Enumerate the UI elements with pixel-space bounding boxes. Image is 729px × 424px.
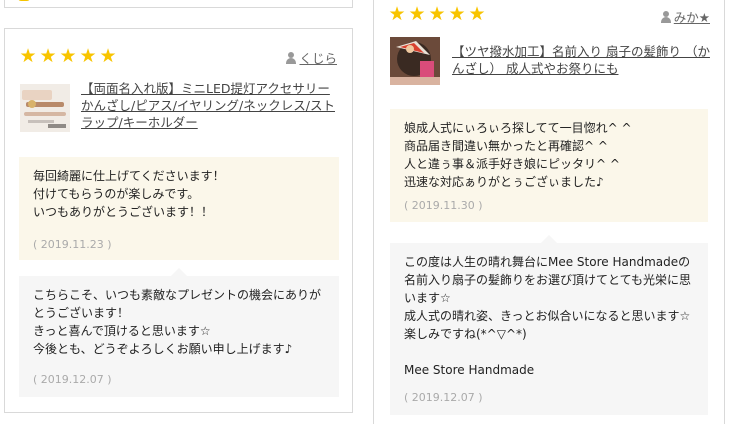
star-icon: ★ xyxy=(99,45,117,67)
review-date: ( 2019.11.30 ) xyxy=(404,199,483,212)
reviewer-name[interactable]: みか★ xyxy=(674,7,710,26)
review-text: 毎回綺麗に仕上げてくださいます！ 付けてもらうのが楽しみです。 いつもありがとう… xyxy=(33,169,225,219)
star-icon: ★ xyxy=(448,3,466,25)
review-text: 娘成人式にぃろぃろ探してて一目惚れ^ ^ 商品届き間違い無かったと再確認^ ^ … xyxy=(404,121,632,189)
person-icon xyxy=(660,10,671,23)
star-icon: ★ xyxy=(39,45,57,67)
star-icon: ★ xyxy=(59,45,77,67)
previous-card-icon xyxy=(18,0,30,1)
reply-text: こちらこそ、いつも素敵なプレゼントの機会にありがとうございます！ きっと喜んで頂… xyxy=(33,288,322,356)
star-icon: ★ xyxy=(79,45,97,67)
product-title-link[interactable]: 【両面名入れ版】ミニLED提灯アクセサリー かんざし/ピアス/イヤリング/ネック… xyxy=(81,80,341,131)
person-icon xyxy=(286,51,297,64)
product-title-link[interactable]: 【ツヤ撥水加工】名前入り 扇子の髪飾り （かんざし） 成人式やお祭りにも xyxy=(452,43,714,77)
review-date: ( 2019.11.23 ) xyxy=(33,238,112,251)
star-icon: ★ xyxy=(19,45,37,67)
star-icon: ★ xyxy=(428,3,446,25)
reply-date: ( 2019.12.07 ) xyxy=(33,373,112,386)
star-icon: ★ xyxy=(468,3,486,25)
product-thumbnail[interactable] xyxy=(20,84,70,132)
product-image xyxy=(390,37,440,85)
star-icon: ★ xyxy=(408,3,426,25)
review-bubble: 娘成人式にぃろぃろ探してて一目惚れ^ ^ 商品届き間違い無かったと再確認^ ^ … xyxy=(390,109,708,222)
shop-reply-bubble: この度は人生の晴れ舞台にMee Store Handmadeの名前入り扇子の髪飾… xyxy=(390,235,708,415)
star-rating: ★ ★ ★ ★ ★ xyxy=(388,5,486,24)
product-thumbnail[interactable] xyxy=(390,37,440,85)
reviewer[interactable]: くじら xyxy=(286,48,337,67)
star-rating: ★ ★ ★ ★ ★ xyxy=(19,47,117,66)
review-card-left: ★ ★ ★ ★ ★ くじら 【両面名入れ版】ミニLED提灯アクセサリー かんざし… xyxy=(4,28,353,413)
reviewer-name[interactable]: くじら xyxy=(299,48,337,67)
reviewer[interactable]: みか★ xyxy=(660,7,710,26)
shop-reply-bubble: こちらこそ、いつも素敵なプレゼントの機会にありがとうございます！ きっと喜んで頂… xyxy=(19,268,339,397)
star-icon: ★ xyxy=(388,3,406,25)
review-card-right: ★ ★ ★ ★ ★ みか★ 【ツヤ撥水加工】名前入り 扇子の髪飾り （かんざし）… xyxy=(373,0,725,424)
reply-date: ( 2019.12.07 ) xyxy=(404,391,483,404)
review-bubble: 毎回綺麗に仕上げてくださいます！ 付けてもらうのが楽しみです。 いつもありがとう… xyxy=(19,157,339,260)
previous-review-card-edge xyxy=(4,0,353,8)
product-image xyxy=(20,84,70,132)
reply-text: この度は人生の晴れ舞台にMee Store Handmadeの名前入り扇子の髪飾… xyxy=(404,255,692,377)
